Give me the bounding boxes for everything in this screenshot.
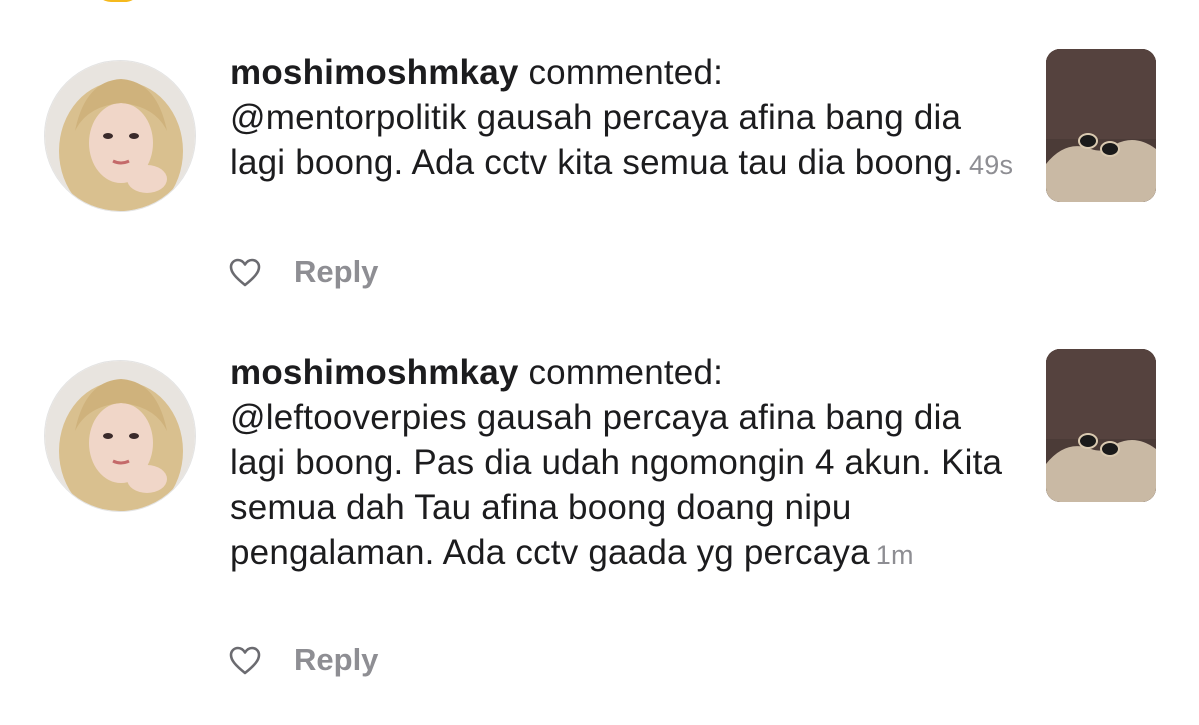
comment-actions: Reply [228,252,378,292]
avatar[interactable] [44,60,196,212]
post-thumbnail[interactable] [1046,49,1156,202]
comment-body: @mentorpolitik gausah percaya afina bang… [230,98,964,182]
reply-button[interactable]: Reply [294,254,378,290]
comment-text: moshimoshmkay commented: @leftooverpies … [230,350,1020,578]
timestamp: 1m [875,540,914,570]
action-text: commented: [528,53,724,92]
avatar[interactable] [44,360,196,512]
comment-actions: Reply [228,640,378,680]
reply-button[interactable]: Reply [294,642,378,678]
action-text: commented: [528,353,724,392]
username[interactable]: moshimoshmkay [230,353,519,392]
heart-outline-icon[interactable] [228,256,262,288]
comment-notification: moshimoshmkay commented: @leftooverpies … [0,330,1199,725]
post-thumbnail[interactable] [1046,349,1156,502]
comment-notification: moshimoshmkay commented: @mentorpolitik … [0,0,1199,330]
username[interactable]: moshimoshmkay [230,53,519,92]
comment-text: moshimoshmkay commented: @mentorpolitik … [230,50,1020,188]
heart-outline-icon[interactable] [228,644,262,676]
timestamp: 49s [969,150,1014,180]
